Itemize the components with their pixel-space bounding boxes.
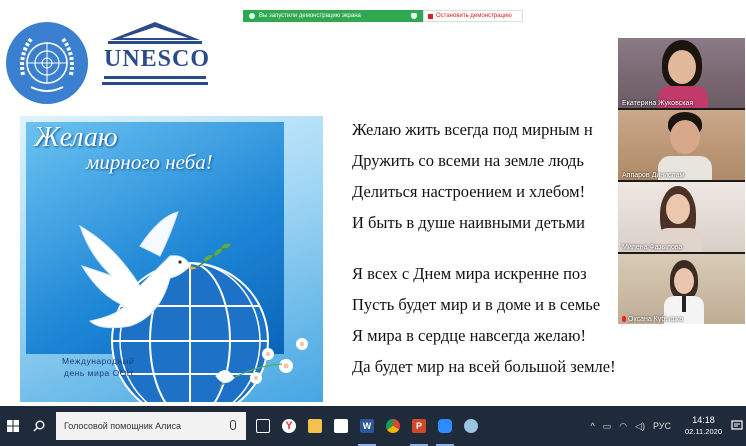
powerpoint-icon: P [412, 419, 426, 433]
zoom-button[interactable] [432, 406, 458, 446]
muted-mic-icon [622, 316, 626, 322]
microphone-icon[interactable] [230, 420, 236, 430]
windows-taskbar: Голосовой помощник Алиса Y W P ^ ▭ ◠ ◁) … [0, 406, 746, 446]
poem-line: Пусть будет мир и в доме и в семье [352, 295, 601, 314]
poem-line: Делиться настроением и хлебом! [352, 182, 586, 201]
unesco-logo: UNESCO [100, 20, 210, 92]
stanza-gap [352, 242, 620, 262]
participant-name: Милена Фазылова [622, 244, 683, 251]
poem-line: Я всех с Днем мира искренне поз [352, 264, 587, 283]
screen-share-status: Вы запустили демонстрацию экрана [243, 10, 423, 22]
clock[interactable]: 14:18 02.11.2020 [685, 415, 722, 437]
clock-date: 02.11.2020 [685, 427, 722, 436]
un-emblem-logo [6, 22, 88, 104]
share-indicator-icon [249, 13, 255, 19]
stop-share-label: Остановить демонстрацию [436, 13, 512, 19]
clock-time: 14:18 [692, 415, 715, 425]
poem-text: Желаю жить всегда под мирным н Дружить с… [352, 118, 620, 386]
screen-share-banner: Вы запустили демонстрацию экрана Останов… [243, 10, 523, 22]
poster-caption-line1: Международный [62, 356, 135, 366]
file-explorer-icon [308, 419, 322, 433]
battery-icon[interactable]: ▭ [603, 421, 612, 432]
task-view-icon [256, 419, 270, 433]
start-button[interactable] [0, 406, 26, 446]
participant-name: Оксана Кубышка [622, 316, 683, 323]
un-globe-icon [20, 37, 74, 92]
participant-tile[interactable]: Екатерина Жуковская [618, 38, 745, 108]
language-indicator[interactable]: РУС [653, 421, 671, 431]
system-tray: ^ ▭ ◠ ◁) РУС 14:18 02.11.2020 [590, 406, 746, 446]
file-explorer-button[interactable] [302, 406, 328, 446]
yandex-browser-icon: Y [282, 419, 296, 433]
participant-name: Екатерина Жуковская [622, 100, 694, 107]
wifi-icon[interactable]: ◠ [619, 421, 627, 432]
notifications-button[interactable] [728, 406, 746, 446]
chevron-up-icon[interactable]: ^ [590, 421, 594, 431]
task-view-button[interactable] [250, 406, 276, 446]
voice-assistant-search-box[interactable]: Голосовой помощник Алиса [56, 412, 246, 440]
participant-tile[interactable]: Милена Фазылова [618, 182, 745, 252]
peace-day-poster: Желаю мирного неба! Международный день м… [20, 116, 323, 402]
poem-line: Дружить со всеми на земле людь [352, 151, 584, 170]
mail-button[interactable] [328, 406, 354, 446]
participant-name-text: Оксана Кубышка [628, 316, 684, 323]
paint-button[interactable] [458, 406, 484, 446]
unesco-text: UNESCO [104, 46, 211, 72]
paint-icon [464, 419, 478, 433]
powerpoint-button[interactable]: P [406, 406, 432, 446]
poster-title-line2: мирного неба! [86, 150, 213, 174]
search-icon [33, 420, 45, 432]
search-button[interactable] [26, 406, 52, 446]
participant-name: Аппаров Динислам [622, 172, 685, 179]
yandex-browser-button[interactable]: Y [276, 406, 302, 446]
stop-share-button[interactable]: Остановить демонстрацию [423, 10, 523, 22]
word-button[interactable]: W [354, 406, 380, 446]
stop-icon [428, 13, 433, 19]
pinned-apps: Y W P [250, 406, 484, 446]
shield-icon [411, 13, 417, 19]
chrome-icon [386, 419, 400, 433]
search-placeholder: Голосовой помощник Алиса [64, 421, 181, 431]
poster-caption-line2: день мира ООН [64, 368, 134, 378]
volume-icon[interactable]: ◁) [635, 421, 645, 432]
participant-tile[interactable]: Аппаров Динислам [618, 110, 745, 180]
word-icon: W [360, 419, 374, 433]
poem-line: Желаю жить всегда под мирным н [352, 120, 593, 139]
participant-tile[interactable]: Оксана Кубышка [618, 254, 745, 324]
poem-line: И быть в душе наивными детьми [352, 213, 585, 232]
zoom-icon [438, 419, 452, 433]
chrome-button[interactable] [380, 406, 406, 446]
poem-line: Я мира в сердце навсегда желаю! [352, 326, 586, 345]
windows-logo-icon [7, 420, 19, 432]
participants-panel: Екатерина Жуковская Аппаров Динислам Мил… [618, 38, 745, 324]
mail-icon [334, 419, 348, 433]
poem-line: Да будет мир на всей большой земле! [352, 357, 616, 376]
notification-icon [731, 420, 743, 430]
screen-share-status-text: Вы запустили демонстрацию экрана [259, 13, 361, 19]
